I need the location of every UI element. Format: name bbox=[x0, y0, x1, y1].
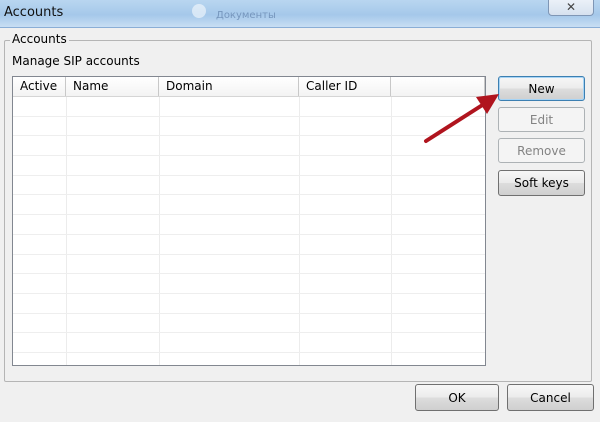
red-arrow-annotation bbox=[424, 94, 499, 143]
arrow-shaft bbox=[424, 102, 486, 143]
arrow-head bbox=[476, 94, 499, 114]
